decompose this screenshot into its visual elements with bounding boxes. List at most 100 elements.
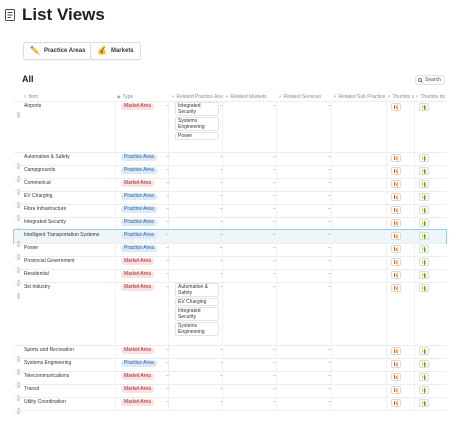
relation-chip[interactable]: Systems Engineering (175, 117, 219, 131)
table-row[interactable]: Integrated Security Practice Area – – – – (14, 217, 446, 234)
type-tag[interactable]: Market Area (121, 258, 154, 265)
item-cell[interactable]: Ski Industry (24, 284, 50, 291)
drag-handle-icon[interactable] (17, 388, 20, 401)
thumbs-down-icon[interactable] (419, 399, 429, 407)
item-cell[interactable]: Intelligent Transportation Systems (24, 232, 99, 239)
item-cell[interactable]: Fibre Infrastructure (24, 206, 66, 213)
thumbs-up-icon[interactable] (391, 154, 401, 162)
thumbs-down-icon[interactable] (419, 180, 429, 188)
drag-handle-icon[interactable] (17, 349, 20, 362)
type-tag[interactable]: Practice Area (121, 193, 157, 200)
drag-handle-icon[interactable] (17, 221, 20, 234)
thumbs-up-icon[interactable] (391, 399, 401, 407)
table-row[interactable]: Airports Market Area – Integrated Security S… (14, 101, 446, 152)
thumbs-down-icon[interactable] (419, 347, 429, 355)
type-tag[interactable]: Market Area (121, 271, 154, 278)
item-cell[interactable]: EV Charging (24, 193, 52, 200)
column-header-1[interactable]: ≡ Item (24, 92, 116, 101)
item-cell[interactable]: Commerical (24, 180, 51, 187)
thumbs-up-icon[interactable] (391, 386, 401, 394)
type-tag[interactable]: Practice Area (121, 206, 157, 213)
item-cell[interactable]: Sports and Recreation (24, 347, 74, 354)
type-tag[interactable]: Practice Area (121, 219, 157, 226)
drag-handle-icon[interactable] (17, 182, 20, 195)
type-tag[interactable]: Market Area (121, 386, 154, 393)
thumbs-up-icon[interactable] (391, 258, 401, 266)
type-tag[interactable]: Practice Area (121, 232, 157, 239)
drag-handle-icon[interactable] (17, 362, 20, 375)
item-cell[interactable]: Provincial Government (24, 258, 75, 265)
relation-chip[interactable]: Automation & Safety (175, 283, 219, 297)
thumbs-down-icon[interactable] (419, 154, 429, 162)
table-row[interactable]: Transit Market Area – – – – (14, 384, 446, 401)
drag-handle-icon[interactable] (17, 375, 20, 388)
table-row[interactable]: Campgrounds Practice Area – – – – (14, 165, 446, 182)
table-row[interactable]: Automation & Safety Practice Area – – – – (14, 152, 446, 169)
table-row[interactable]: Residential Market Area – – – – (14, 269, 446, 286)
thumbs-up-icon[interactable] (391, 103, 401, 111)
thumbs-down-icon[interactable] (419, 103, 429, 111)
drag-handle-icon[interactable] (17, 247, 20, 260)
thumbs-up-icon[interactable] (391, 360, 401, 368)
column-header-6[interactable]: ↗ Related Sub Practices (333, 92, 385, 101)
type-tag[interactable]: Market Area (121, 399, 154, 406)
item-cell[interactable]: Integrated Security (24, 219, 66, 226)
relation-chip[interactable]: Integrated Security (175, 102, 219, 116)
thumbs-down-icon[interactable] (419, 271, 429, 279)
relation-chip[interactable]: Power (175, 132, 219, 140)
thumbs-down-icon[interactable] (419, 193, 429, 201)
column-header-7[interactable]: ↗Thumbs up (387, 92, 414, 101)
thumbs-down-icon[interactable] (419, 232, 429, 240)
drag-handle-icon[interactable] (17, 401, 20, 414)
drag-handle-icon[interactable] (17, 260, 20, 273)
thumbs-up-icon[interactable] (391, 193, 401, 201)
drag-handle-icon[interactable] (17, 156, 20, 169)
drag-handle-icon[interactable] (17, 273, 20, 286)
thumbs-up-icon[interactable] (391, 219, 401, 227)
table-row[interactable]: Utility Coordination Market Area – – – – (14, 397, 446, 414)
table-row[interactable]: Power Practice Area – – – – (14, 243, 446, 260)
item-cell[interactable]: Transit (24, 386, 39, 393)
relation-chip[interactable]: Systems Engineering (175, 322, 219, 336)
thumbs-down-icon[interactable] (419, 219, 429, 227)
table-row[interactable]: Fibre Infrastructure Practice Area – – – – (14, 204, 446, 221)
thumbs-up-icon[interactable] (391, 271, 401, 279)
thumbs-up-icon[interactable] (391, 167, 401, 175)
item-cell[interactable]: Automation & Safety (24, 154, 70, 161)
type-tag[interactable]: Practice Area (121, 245, 157, 252)
thumbs-down-icon[interactable] (419, 284, 429, 292)
drag-handle-icon[interactable] (17, 169, 20, 182)
table-row[interactable]: EV Charging Practice Area – – – – (14, 191, 446, 208)
relation-chip[interactable]: Integrated Security (175, 307, 219, 321)
thumbs-down-icon[interactable] (419, 167, 429, 175)
thumbs-up-icon[interactable] (391, 347, 401, 355)
type-tag[interactable]: Market Area (121, 373, 154, 380)
type-tag[interactable]: Practice Area (121, 360, 157, 367)
table-row[interactable]: Provincial Government Market Area – – – – (14, 256, 446, 273)
type-tag[interactable]: Market Area (121, 180, 154, 187)
related-practice-areas-cell[interactable]: Automation & Safety EV Charging Integrated… (175, 283, 219, 336)
thumbs-up-icon[interactable] (391, 232, 401, 240)
thumbs-down-icon[interactable] (419, 360, 429, 368)
table-row[interactable]: Commerical Market Area – – – – (14, 178, 446, 195)
column-header-8[interactable]: ↗Thumbs down (415, 92, 445, 101)
item-cell[interactable]: Residential (24, 271, 49, 278)
column-header-3[interactable]: ↗ Related Practice Areas (171, 92, 223, 101)
thumbs-down-icon[interactable] (419, 386, 429, 394)
item-cell[interactable]: Power (24, 245, 38, 252)
type-tag[interactable]: Practice Area (121, 154, 157, 161)
table-row[interactable]: Intelligent Transportation Systems Practi… (13, 229, 447, 247)
item-cell[interactable]: Campgrounds (24, 167, 55, 174)
type-tag[interactable]: Market Area (121, 284, 154, 291)
type-tag[interactable]: Market Area (121, 103, 154, 110)
type-tag[interactable]: Practice Area (121, 167, 157, 174)
column-header-5[interactable]: ↗ Related Services (278, 92, 330, 101)
drag-handle-icon[interactable] (17, 208, 20, 221)
column-header-2[interactable]: ◉ Type (117, 92, 169, 101)
thumbs-down-icon[interactable] (419, 245, 429, 253)
thumbs-up-icon[interactable] (391, 284, 401, 292)
thumbs-up-icon[interactable] (391, 180, 401, 188)
thumbs-up-icon[interactable] (391, 245, 401, 253)
item-cell[interactable]: Systems Engineering (24, 360, 71, 367)
item-cell[interactable]: Telecommunications (24, 373, 69, 380)
